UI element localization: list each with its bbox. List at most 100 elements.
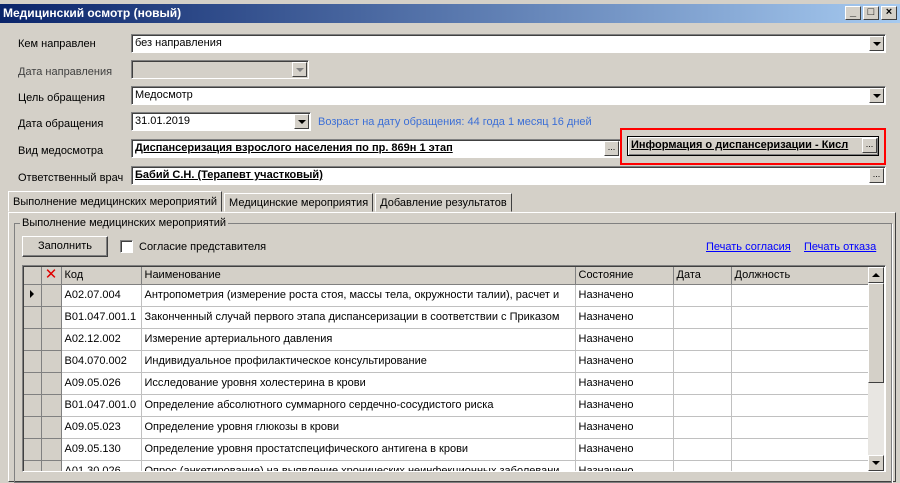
cell-status[interactable]: Назначено (575, 460, 674, 471)
cell-code[interactable]: B04.070.002 (61, 350, 142, 373)
cell-name[interactable]: Антропометрия (измерение роста стоя, мас… (141, 284, 576, 307)
dispensary-info-button[interactable]: Информация о диспансеризации - Кисл ... (627, 136, 879, 156)
cell-status[interactable]: Назначено (575, 372, 674, 395)
cell-code[interactable]: A02.12.002 (61, 328, 142, 351)
cell-code[interactable]: A02.07.004 (61, 284, 142, 307)
tab-execution[interactable]: Выполнение медицинских мероприятий (8, 191, 223, 212)
cell-name[interactable]: Опрос (анкетирование) на выявление хрони… (141, 460, 576, 471)
cell-date[interactable] (673, 306, 732, 329)
cell-code[interactable]: A09.05.130 (61, 438, 142, 461)
cell-name[interactable]: Индивидуальное профилактическое консульт… (141, 350, 576, 373)
cell-status[interactable]: Назначено (575, 438, 674, 461)
column-header-name[interactable]: Наименование (141, 267, 576, 285)
tab-add-results[interactable]: Добавление результатов (375, 193, 512, 212)
exam-type-field[interactable]: Диспансеризация взрослого населения по п… (131, 139, 621, 158)
row-indicator[interactable] (24, 394, 42, 417)
cell-date[interactable] (673, 416, 732, 439)
row-indicator[interactable] (24, 306, 42, 329)
close-button[interactable]: × (881, 6, 897, 20)
row-selector[interactable] (41, 416, 62, 439)
cell-status[interactable]: Назначено (575, 284, 674, 307)
row-selector[interactable] (41, 284, 62, 307)
cell-date[interactable] (673, 328, 732, 351)
cell-status[interactable]: Назначено (575, 394, 674, 417)
row-indicator[interactable] (24, 438, 42, 461)
cell-name[interactable]: Законченный случай первого этапа диспанс… (141, 306, 576, 329)
chevron-down-icon[interactable] (869, 88, 884, 103)
cell-date[interactable] (673, 394, 732, 417)
row-indicator[interactable] (24, 350, 42, 373)
doctor-field[interactable]: Бабий С.Н. (Терапевт участковый) ... (131, 166, 886, 185)
cell-position[interactable] (731, 372, 870, 395)
cell-date[interactable] (673, 350, 732, 373)
consent-checkbox[interactable] (120, 240, 133, 253)
vertical-scrollbar[interactable] (868, 267, 884, 471)
cell-date[interactable] (673, 284, 732, 307)
cell-name[interactable]: Определение абсолютного суммарного серде… (141, 394, 576, 417)
row-selector[interactable] (41, 394, 62, 417)
row-selector[interactable] (41, 350, 62, 373)
column-header-date[interactable]: Дата (673, 267, 732, 285)
table-row[interactable]: A09.05.023 Определение уровня глюкозы в к… (24, 416, 870, 439)
table-row[interactable]: A09.05.130 Определение уровня простатспец… (24, 438, 870, 461)
ellipsis-icon[interactable]: ... (862, 138, 877, 153)
cell-code[interactable]: A09.05.026 (61, 372, 142, 395)
purpose-select[interactable]: Медосмотр (131, 86, 886, 105)
cell-position[interactable] (731, 438, 870, 461)
cell-status[interactable]: Назначено (575, 416, 674, 439)
table-row[interactable]: A01.30.026 Опрос (анкетирование) на выявл… (24, 460, 870, 471)
scroll-thumb[interactable] (868, 283, 884, 383)
fill-button[interactable]: Заполнить (22, 236, 108, 257)
row-indicator[interactable] (24, 416, 42, 439)
row-selector[interactable] (41, 460, 62, 471)
cell-position[interactable] (731, 284, 870, 307)
cell-date[interactable] (673, 438, 732, 461)
ellipsis-icon[interactable]: ... (869, 168, 884, 183)
chevron-down-icon[interactable] (869, 36, 884, 51)
cell-name[interactable]: Измерение артериального давления (141, 328, 576, 351)
cell-date[interactable] (673, 372, 732, 395)
table-row[interactable]: A02.12.002 Измерение артериального давлен… (24, 328, 870, 351)
row-selector[interactable] (41, 438, 62, 461)
cell-status[interactable]: Назначено (575, 306, 674, 329)
cell-name[interactable]: Определение уровня простатспецифического… (141, 438, 576, 461)
column-header-code[interactable]: Код (61, 267, 142, 285)
current-row-arrow-icon[interactable] (24, 284, 42, 307)
delete-icon[interactable]: ✕ (41, 267, 62, 285)
row-selector[interactable] (41, 306, 62, 329)
cell-position[interactable] (731, 460, 870, 471)
cell-name[interactable]: Исследование уровня холестерина в крови (141, 372, 576, 395)
row-indicator[interactable] (24, 372, 42, 395)
column-header-position[interactable]: Должность (731, 267, 870, 285)
scroll-down-icon[interactable] (868, 455, 884, 471)
cell-date[interactable] (673, 460, 732, 471)
tab-medical-activities[interactable]: Медицинские мероприятия (224, 193, 374, 212)
cell-code[interactable]: B01.047.001.0 (61, 394, 142, 417)
table-row[interactable]: B01.047.001.0 Определение абсолютного сум… (24, 394, 870, 417)
cell-position[interactable] (731, 306, 870, 329)
cell-position[interactable] (731, 350, 870, 373)
table-row[interactable]: A09.05.026 Исследование уровня холестерин… (24, 372, 870, 395)
minimize-button[interactable]: _ (845, 6, 861, 20)
cell-code[interactable]: B01.047.001.1 (61, 306, 142, 329)
cell-position[interactable] (731, 394, 870, 417)
table-row[interactable]: B01.047.001.1 Законченный случай первого … (24, 306, 870, 329)
cell-position[interactable] (731, 328, 870, 351)
maximize-button[interactable]: □ (863, 6, 879, 20)
cell-position[interactable] (731, 416, 870, 439)
row-indicator[interactable] (24, 328, 42, 351)
cell-status[interactable]: Назначено (575, 328, 674, 351)
cell-code[interactable]: A09.05.023 (61, 416, 142, 439)
row-selector[interactable] (41, 328, 62, 351)
window-titlebar[interactable]: Медицинский осмотр (новый) _ □ × (0, 4, 900, 23)
scroll-up-icon[interactable] (868, 267, 884, 283)
visit-date-picker[interactable]: 31.01.2019 (131, 112, 311, 131)
cell-code[interactable]: A01.30.026 (61, 460, 142, 471)
ellipsis-icon[interactable]: ... (604, 141, 619, 156)
row-indicator[interactable] (24, 460, 42, 471)
print-consent-link[interactable]: Печать согласия (706, 241, 791, 253)
table-row[interactable]: B04.070.002 Индивидуальное профилактическ… (24, 350, 870, 373)
cell-status[interactable]: Назначено (575, 350, 674, 373)
column-header-status[interactable]: Состояние (575, 267, 674, 285)
print-refusal-link[interactable]: Печать отказа (804, 241, 876, 253)
